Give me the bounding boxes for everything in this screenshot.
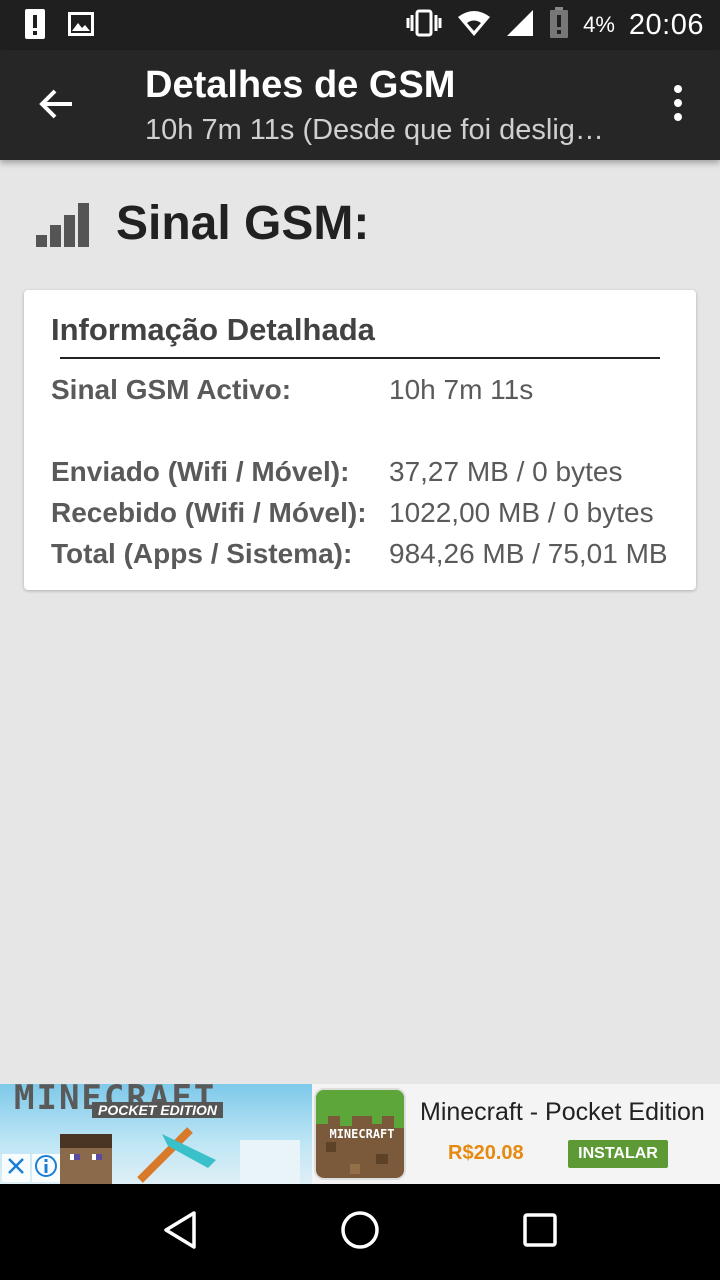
signal-heading: Sinal GSM:	[34, 196, 369, 251]
vibrate-icon	[405, 9, 443, 42]
nav-recents-button[interactable]	[510, 1202, 570, 1262]
status-bar: 4% 20:06	[0, 0, 720, 50]
ad-close-button[interactable]	[2, 1154, 30, 1182]
ad-banner[interactable]: MINECRAFT POCKET EDITION MINECRAFT Minec…	[0, 1084, 720, 1184]
detail-value: 1022,00 MB / 0 bytes	[389, 497, 654, 528]
detail-row-sent: Enviado (Wifi / Móvel): 37,27 MB / 0 byt…	[51, 456, 691, 496]
back-triangle-icon	[162, 1210, 198, 1255]
home-circle-icon	[340, 1210, 380, 1255]
detail-key: Total (Apps / Sistema):	[51, 538, 353, 569]
recents-square-icon	[523, 1212, 557, 1252]
overflow-menu-icon	[673, 84, 683, 126]
detail-key: Sinal GSM Activo:	[51, 374, 292, 405]
detail-value: 10h 7m 11s	[389, 374, 534, 405]
ad-artwork[interactable]: MINECRAFT POCKET EDITION	[0, 1084, 312, 1184]
alert-icon	[24, 8, 46, 45]
signal-bars-icon	[34, 199, 94, 249]
card-divider	[60, 357, 660, 359]
ad-info-button[interactable]	[32, 1154, 60, 1182]
detail-card: Informação Detalhada Sinal GSM Activo: 1…	[24, 290, 696, 590]
battery-percent: 4%	[583, 12, 615, 37]
detail-key: Recebido (Wifi / Móvel):	[51, 497, 367, 528]
detail-key: Enviado (Wifi / Móvel):	[51, 456, 350, 487]
minecraft-character-art	[60, 1127, 300, 1184]
detail-row-received: Recebido (Wifi / Móvel): 1022,00 MB / 0 …	[51, 497, 691, 537]
overflow-menu-button[interactable]	[658, 80, 698, 130]
ad-price: R$20.08	[448, 1142, 524, 1164]
close-icon	[7, 1157, 25, 1180]
navigation-bar	[0, 1184, 720, 1280]
nav-home-button[interactable]	[330, 1202, 390, 1262]
back-arrow-icon	[38, 88, 74, 125]
card-title: Informação Detalhada	[51, 312, 375, 347]
detail-value: 984,26 MB / 75,01 MB	[389, 538, 668, 569]
clock: 20:06	[628, 8, 704, 41]
cell-signal-icon	[505, 8, 535, 43]
battery-icon	[549, 6, 569, 44]
info-icon	[34, 1154, 58, 1183]
ad-art-subtitle: POCKET EDITION	[92, 1102, 224, 1118]
detail-row-total: Total (Apps / Sistema): 984,26 MB / 75,0…	[51, 538, 691, 578]
ad-app-name[interactable]: Minecraft - Pocket Edition	[420, 1098, 705, 1127]
image-icon	[68, 12, 94, 41]
signal-heading-label: Sinal GSM:	[116, 197, 370, 250]
page-subtitle: 10h 7m 11s (Desde que foi desligado)	[145, 114, 615, 146]
ad-app-icon-label: MINECRAFT	[329, 1127, 394, 1141]
detail-row-active: Sinal GSM Activo: 10h 7m 11s	[51, 374, 691, 414]
ad-install-button[interactable]: INSTALAR	[568, 1140, 668, 1168]
detail-value: 37,27 MB / 0 bytes	[389, 456, 623, 487]
app-bar: Detalhes de GSM 10h 7m 11s (Desde que fo…	[0, 50, 720, 160]
wifi-icon	[457, 9, 491, 42]
back-button[interactable]	[28, 78, 84, 134]
nav-back-button[interactable]	[150, 1202, 210, 1262]
ad-app-icon[interactable]: MINECRAFT	[314, 1088, 406, 1180]
page-title: Detalhes de GSM	[145, 64, 456, 106]
